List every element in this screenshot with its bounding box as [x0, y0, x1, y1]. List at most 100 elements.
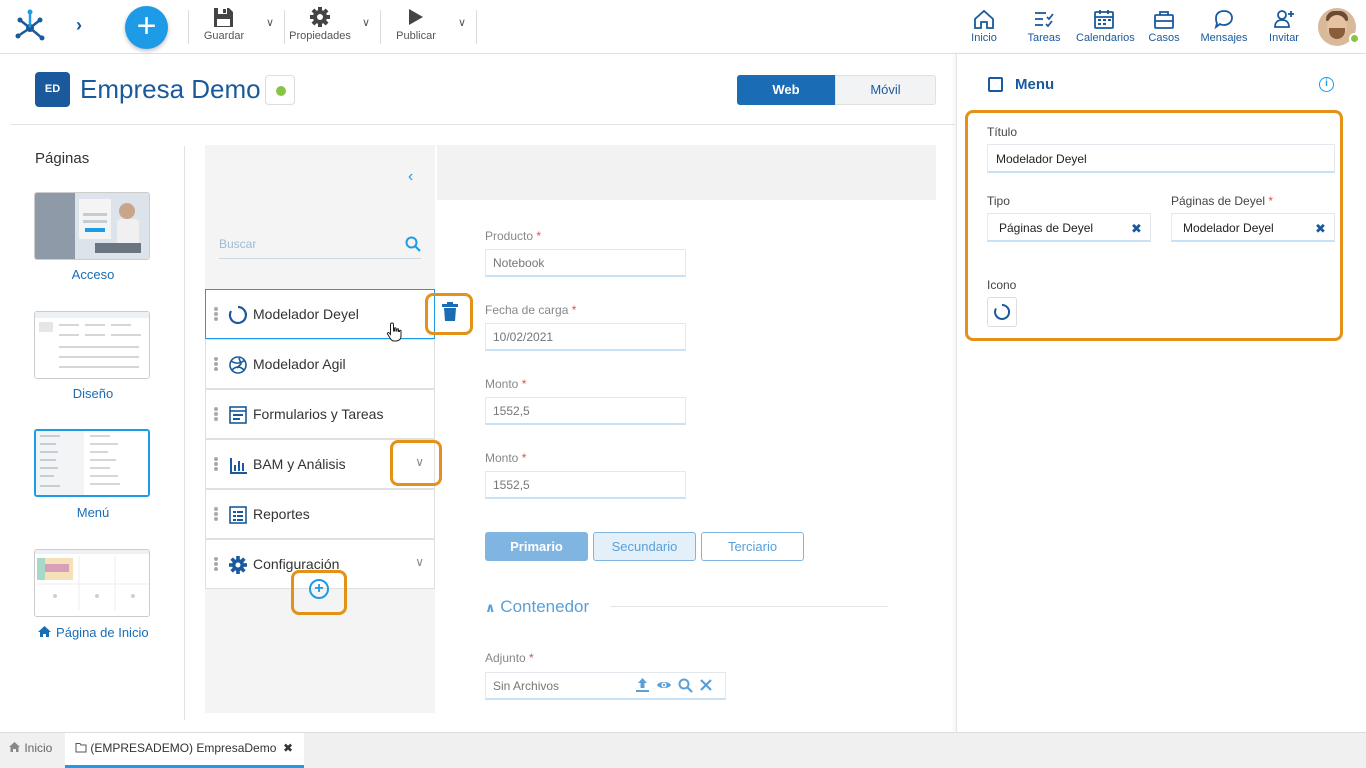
tab-label: Inicio: [24, 741, 53, 755]
mode-web-button[interactable]: Web: [737, 75, 835, 105]
page-label[interactable]: Acceso: [35, 267, 151, 282]
drag-handle-icon[interactable]: [214, 457, 218, 472]
menu-item-label: Modelador Deyel: [253, 306, 359, 322]
report-icon: [229, 506, 247, 524]
pages-heading: Páginas: [35, 150, 90, 167]
home-icon: [974, 9, 994, 29]
tertiary-button[interactable]: Terciario: [701, 532, 804, 561]
icon-picker-button[interactable]: [987, 297, 1017, 327]
invite-user-icon: [1274, 10, 1294, 28]
chevron-up-icon[interactable]: ∧: [485, 600, 496, 615]
collapse-panel-chevron-icon[interactable]: ‹: [408, 168, 413, 186]
clear-paginas-close-icon[interactable]: ✖: [1315, 221, 1326, 237]
page-thumb-acceso[interactable]: [34, 192, 150, 260]
home-icon: [9, 742, 20, 752]
attachment-value: Sin Archivos: [493, 679, 560, 693]
divider: [188, 10, 189, 44]
nav-inicio[interactable]: Inicio: [956, 8, 1012, 44]
tipo-select[interactable]: Páginas de Deyel: [987, 213, 1151, 242]
nav-mensajes[interactable]: Mensajes: [1196, 8, 1252, 44]
menu-checkbox[interactable]: [988, 77, 1003, 92]
add-menu-item-button[interactable]: +: [309, 579, 329, 599]
properties-button[interactable]: Propiedades: [288, 6, 352, 48]
drag-handle-icon[interactable]: [214, 557, 218, 572]
publish-button[interactable]: Publicar: [392, 6, 440, 48]
hand-cursor-icon: [386, 322, 402, 342]
menu-item-reportes[interactable]: Reportes: [205, 489, 435, 539]
menu-search[interactable]: Buscar: [219, 233, 421, 259]
bottom-tab-bar: Inicio (EMPRESADEMO) EmpresaDemo ✖: [0, 732, 1366, 768]
publish-dropdown-chevron-icon[interactable]: ∨: [458, 16, 466, 29]
page-thumb-diseno[interactable]: [34, 311, 150, 379]
page-preview-image: [35, 550, 149, 616]
page-title: Empresa Demo: [80, 74, 261, 104]
primary-button[interactable]: Primario: [485, 532, 588, 561]
page-preview-image: [35, 193, 149, 259]
search-input[interactable]: Buscar: [219, 237, 256, 251]
mode-mobile-button[interactable]: Móvil: [835, 75, 936, 105]
create-new-button[interactable]: +: [125, 6, 168, 49]
paginas-label: Páginas de Deyel *: [1171, 194, 1274, 208]
field-label-monto: Monto *: [485, 377, 527, 391]
properties-dropdown-chevron-icon[interactable]: ∨: [362, 16, 370, 29]
nav-calendarios[interactable]: Calendarios: [1076, 8, 1135, 44]
titulo-field[interactable]: Modelador Deyel: [987, 144, 1335, 173]
nav-label: Tareas: [1027, 32, 1061, 44]
properties-label: Propiedades: [289, 30, 351, 42]
app-logo-icon[interactable]: [12, 8, 48, 44]
page-thumb-inicio[interactable]: [34, 549, 150, 617]
page-label: Página de Inicio: [56, 625, 149, 640]
nav-invitar[interactable]: Invitar: [1256, 8, 1312, 44]
page-thumb-menu[interactable]: [34, 429, 150, 497]
search-icon[interactable]: [405, 236, 421, 252]
chevron-down-icon[interactable]: ∨: [415, 555, 424, 569]
nav-tareas[interactable]: Tareas: [1016, 8, 1072, 44]
calendar-icon: [1094, 10, 1114, 29]
page-label-inicio[interactable]: Página de Inicio: [35, 625, 151, 640]
producto-field[interactable]: Notebook: [485, 249, 686, 277]
menu-item-formularios[interactable]: Formularios y Tareas: [205, 389, 435, 439]
nav-casos[interactable]: Casos: [1136, 8, 1192, 44]
nav-label: Calendarios: [1076, 32, 1135, 44]
close-icon[interactable]: [699, 677, 713, 693]
container-heading[interactable]: ∧ Contenedor: [485, 597, 589, 617]
page-label[interactable]: Diseño: [35, 386, 151, 401]
clear-tipo-close-icon[interactable]: ✖: [1131, 221, 1142, 237]
status-dot-icon: [276, 86, 286, 96]
nav-label: Inicio: [971, 32, 997, 44]
drag-handle-icon[interactable]: [214, 507, 218, 522]
save-dropdown-chevron-icon[interactable]: ∨: [266, 16, 274, 29]
nav-label: Mensajes: [1200, 32, 1248, 44]
paginas-select[interactable]: Modelador Deyel: [1171, 213, 1335, 242]
info-icon[interactable]: i: [1319, 77, 1334, 92]
menu-item-label: Formularios y Tareas: [253, 406, 384, 422]
canvas-header-area: [437, 145, 936, 200]
drag-handle-icon[interactable]: [214, 357, 218, 372]
status-indicator[interactable]: [265, 75, 295, 105]
fecha-carga-field[interactable]: 10/02/2021: [485, 323, 686, 351]
expand-chevron-icon[interactable]: ›: [76, 15, 82, 36]
page-label[interactable]: Menú: [35, 505, 151, 520]
close-tab-close-icon[interactable]: ✖: [283, 733, 293, 763]
chat-icon: [1214, 10, 1233, 30]
eye-icon[interactable]: [656, 677, 672, 693]
monto-field[interactable]: 1552,5: [485, 397, 686, 425]
menu-item-label: Reportes: [253, 506, 310, 522]
page-preview-image: [35, 312, 149, 378]
attachment-field[interactable]: Sin Archivos: [485, 672, 726, 700]
nav-label: Casos: [1148, 32, 1180, 44]
spinner-icon: [994, 303, 1011, 320]
upload-icon[interactable]: [635, 677, 650, 693]
menu-item-modelador-agil[interactable]: Modelador Agil: [205, 339, 435, 389]
monto-field-2[interactable]: 1552,5: [485, 471, 686, 499]
tab-empresademo[interactable]: (EMPRESADEMO) EmpresaDemo: [65, 733, 304, 768]
tab-inicio[interactable]: Inicio: [8, 733, 52, 768]
field-label-producto: Producto *: [485, 229, 542, 243]
chart-icon: [230, 458, 247, 474]
search-icon[interactable]: [678, 677, 693, 693]
drag-handle-icon[interactable]: [214, 307, 218, 322]
save-button[interactable]: Guardar: [200, 6, 248, 48]
secondary-button[interactable]: Secundario: [593, 532, 696, 561]
drag-handle-icon[interactable]: [214, 407, 218, 422]
trash-icon[interactable]: [441, 302, 459, 322]
